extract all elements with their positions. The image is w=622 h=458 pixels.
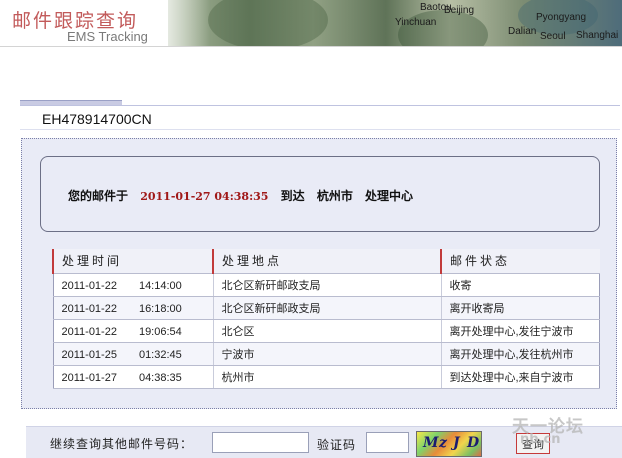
column-header-state: 邮件状态 (440, 249, 600, 274)
table-row: 2011-01-22 19:06:54 北仑区 离开处理中心,发往宁波市 (52, 319, 600, 343)
cell-time: 2011-01-25 01:32:45 (52, 342, 213, 366)
cell-time: 2011-01-22 14:14:00 (52, 273, 213, 297)
tracking-result-panel: 您的邮件于 2011-01-27 04:38:35 到达 杭州市 处理中心 处理… (21, 138, 617, 409)
cell-place: 北仑区新矸邮政支局 (212, 273, 441, 297)
cell-place: 宁波市 (212, 342, 441, 366)
column-header-time: 处理时间 (52, 249, 213, 274)
map-label-beijing: Beijing (444, 5, 475, 16)
table-row: 2011-01-22 14:14:00 北仑区新矸邮政支局 收寄 (52, 273, 600, 297)
cell-time: 2011-01-22 16:18:00 (52, 296, 213, 320)
table-row: 2011-01-25 01:32:45 宁波市 离开处理中心,发往杭州市 (52, 342, 600, 366)
banner-fade (150, 0, 210, 46)
captcha-label: 验证码 (317, 438, 357, 452)
captcha-image[interactable]: M z J D (416, 431, 482, 457)
cell-state: 收寄 (440, 273, 600, 297)
cell-state: 离开处理中心,发往杭州市 (440, 342, 600, 366)
captcha-char: D (467, 435, 480, 451)
map-label-shanghai: Shanghai (576, 30, 619, 41)
page-header: Baotou Beijing Pyongyang Seoul Yinchuan … (0, 0, 622, 47)
captcha-char: z (439, 435, 447, 451)
status-prefix: 您的邮件于 (68, 189, 129, 203)
cell-place: 杭州市 (212, 365, 441, 389)
map-banner: Baotou Beijing Pyongyang Seoul Yinchuan … (168, 0, 622, 46)
tracking-number-input[interactable] (212, 432, 309, 453)
captcha-char: M (423, 435, 439, 451)
page-subtitle: EMS Tracking (67, 29, 148, 44)
table-header-row: 处理时间 处理地点 邮件状态 (52, 249, 600, 274)
table-row: 2011-01-22 16:18:00 北仑区新矸邮政支局 离开收寄局 (52, 296, 600, 320)
column-header-place: 处理地点 (212, 249, 441, 274)
query-label: 继续查询其他邮件号码： (50, 437, 194, 451)
map-label-dalian: Dalian (508, 26, 537, 37)
cell-time: 2011-01-27 04:38:35 (52, 365, 213, 389)
status-arrive: 到达 (280, 189, 305, 203)
captcha-input[interactable] (366, 432, 409, 453)
map-label-seoul: Seoul (540, 31, 566, 42)
cell-state: 到达处理中心,来自宁波市 (440, 365, 600, 389)
map-label-yinchuan: Yinchuan (395, 17, 437, 28)
watermark-domain: nb.cn (520, 432, 561, 447)
status-summary: 您的邮件于 2011-01-27 04:38:35 到达 杭州市 处理中心 (68, 187, 421, 204)
tracking-number: EH478914700CN (42, 111, 152, 127)
cell-state: 离开收寄局 (440, 296, 600, 320)
status-summary-box: 您的邮件于 2011-01-27 04:38:35 到达 杭州市 处理中心 (40, 156, 600, 232)
cell-place: 北仑区新矸邮政支局 (212, 296, 441, 320)
cell-state: 离开处理中心,发往宁波市 (440, 319, 600, 343)
cell-place: 北仑区 (212, 319, 441, 343)
table-row: 2011-01-27 04:38:35 杭州市 到达处理中心,来自宁波市 (52, 365, 600, 389)
captcha-char: J (453, 435, 460, 451)
status-city: 杭州市 (316, 189, 353, 203)
status-suffix: 处理中心 (365, 189, 414, 203)
tracking-history-table: 处理时间 处理地点 邮件状态 2011-01-22 14:14:00 北仑区新矸… (52, 249, 600, 389)
header-divider (0, 46, 622, 47)
status-datetime: 2011-01-27 04:38:35 (140, 190, 269, 203)
cell-time: 2011-01-22 19:06:54 (52, 319, 213, 343)
tracking-number-bar: EH478914700CN (20, 105, 620, 130)
map-label-pyongyang: Pyongyang (536, 12, 587, 23)
